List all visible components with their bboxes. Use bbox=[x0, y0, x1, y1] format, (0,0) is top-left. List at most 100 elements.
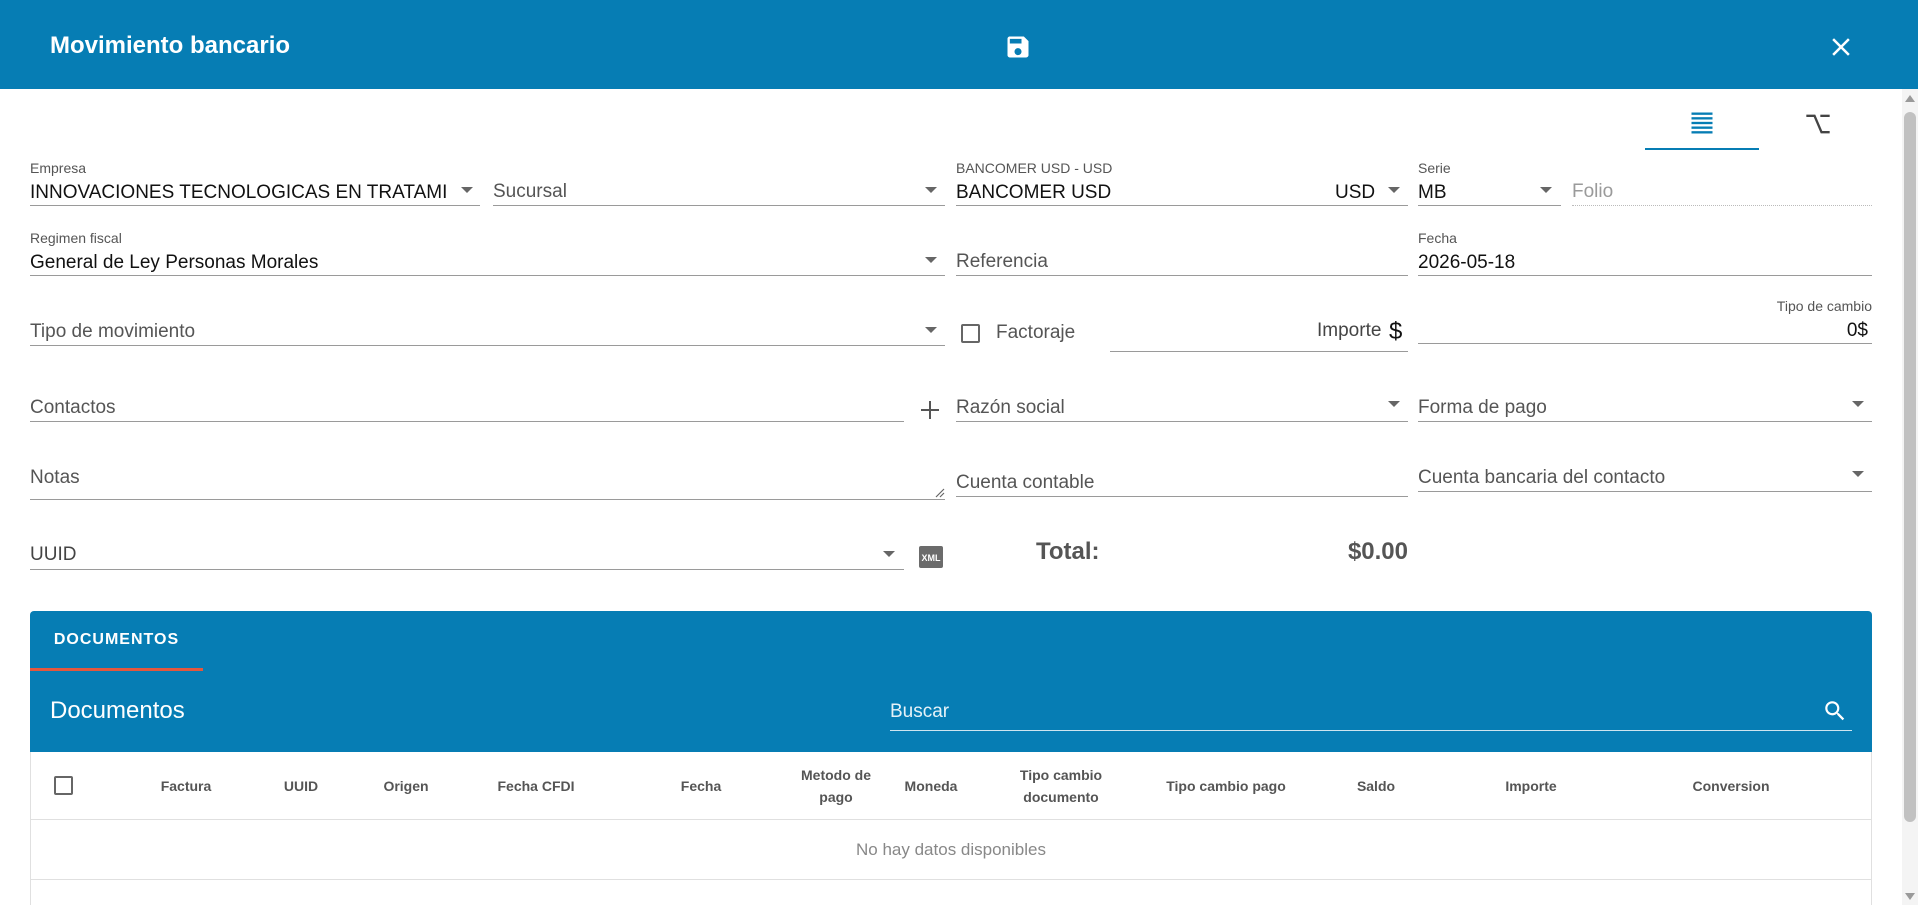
factoraje-label: Factoraje bbox=[996, 322, 1076, 343]
fecha-value: 2026-05-18 bbox=[1418, 252, 1516, 273]
chevron-down-icon bbox=[1388, 401, 1400, 407]
col-fecha[interactable]: Fecha bbox=[611, 752, 791, 820]
total-label: Total: bbox=[1036, 538, 1100, 565]
fecha-input[interactable]: Fecha 2026-05-18 bbox=[1418, 230, 1872, 276]
empty-state-text: No hay datos disponibles bbox=[31, 820, 1871, 880]
view-tabs bbox=[1645, 98, 1875, 150]
chevron-down-icon bbox=[883, 551, 895, 557]
tipo-cambio-value: 0$ bbox=[1846, 320, 1868, 341]
chevron-down-icon bbox=[1852, 471, 1864, 477]
banco-currency: USD bbox=[1335, 182, 1376, 203]
scrollbar-thumb[interactable] bbox=[1904, 112, 1916, 822]
scroll-down-arrow[interactable] bbox=[1905, 893, 1915, 900]
tipo-movimiento-select[interactable]: Tipo de movimiento bbox=[30, 300, 945, 346]
tipo-cambio-label: Tipo de cambio bbox=[1776, 298, 1872, 314]
documentos-title: Documentos bbox=[50, 697, 185, 724]
save-button[interactable] bbox=[1004, 33, 1032, 61]
cuenta-contable-input[interactable]: Cuenta contable bbox=[956, 451, 1408, 497]
folio-placeholder: Folio bbox=[1572, 181, 1614, 202]
col-tipo-cambio-documento[interactable]: Tipo cambio documento bbox=[1006, 752, 1116, 820]
dialog-header: Movimiento bancario bbox=[0, 0, 1918, 89]
forma-pago-placeholder: Forma de pago bbox=[1418, 397, 1547, 418]
forma-pago-select[interactable]: Forma de pago bbox=[1418, 376, 1872, 422]
search-input[interactable] bbox=[890, 699, 1790, 725]
referencia-placeholder: Referencia bbox=[956, 251, 1048, 272]
banco-value: BANCOMER USD bbox=[956, 182, 1112, 203]
tipo-cambio-input[interactable]: Tipo de cambio 0$ bbox=[1418, 298, 1872, 344]
notas-placeholder: Notas bbox=[30, 467, 80, 488]
contactos-placeholder: Contactos bbox=[30, 397, 116, 418]
svg-text:XML: XML bbox=[922, 553, 942, 563]
documentos-search bbox=[890, 691, 1852, 731]
cuenta-contable-placeholder: Cuenta contable bbox=[956, 472, 1095, 493]
regimen-label: Regimen fiscal bbox=[30, 230, 122, 246]
col-importe[interactable]: Importe bbox=[1431, 752, 1631, 820]
tab-option-view[interactable] bbox=[1761, 98, 1875, 150]
col-conversion[interactable]: Conversion bbox=[1631, 752, 1831, 820]
dialog-title: Movimiento bancario bbox=[50, 32, 291, 59]
cuenta-bancaria-placeholder: Cuenta bancaria del contacto bbox=[1418, 467, 1666, 488]
col-origen[interactable]: Origen bbox=[351, 752, 461, 820]
uuid-select[interactable]: UUID bbox=[30, 524, 904, 570]
add-contact-button[interactable] bbox=[918, 398, 942, 422]
total-value: $0.00 bbox=[1347, 538, 1408, 565]
chevron-down-icon bbox=[1852, 401, 1864, 407]
banco-select[interactable]: BANCOMER USD - USD BANCOMER USD USD bbox=[956, 160, 1408, 206]
sucursal-select[interactable]: Sucursal bbox=[493, 160, 945, 206]
close-button[interactable] bbox=[1826, 32, 1856, 62]
scroll-up-arrow[interactable] bbox=[1905, 95, 1915, 102]
resize-handle-icon[interactable] bbox=[933, 486, 945, 498]
factoraje-checkbox[interactable] bbox=[961, 324, 980, 343]
chevron-down-icon bbox=[925, 187, 937, 193]
table-header: Factura UUID Origen Fecha CFDI Fecha Met… bbox=[31, 752, 1871, 820]
search-icon[interactable] bbox=[1822, 698, 1848, 724]
option-key-icon bbox=[1806, 114, 1830, 134]
chevron-down-icon bbox=[925, 327, 937, 333]
tab-documentos[interactable]: DOCUMENTOS bbox=[30, 611, 203, 671]
close-icon bbox=[1832, 38, 1850, 56]
col-fecha-cfdi[interactable]: Fecha CFDI bbox=[461, 752, 611, 820]
serie-label: Serie bbox=[1418, 160, 1451, 176]
chevron-down-icon bbox=[1388, 187, 1400, 193]
col-tipo-cambio-pago[interactable]: Tipo cambio pago bbox=[1131, 752, 1321, 820]
contactos-input[interactable]: Contactos bbox=[30, 376, 904, 422]
serie-value: MB bbox=[1418, 182, 1447, 203]
list-icon bbox=[1691, 112, 1713, 134]
sucursal-placeholder: Sucursal bbox=[493, 181, 567, 202]
documentos-panel: DOCUMENTOS Documentos bbox=[30, 611, 1872, 752]
select-all-checkbox[interactable] bbox=[54, 776, 73, 795]
chevron-down-icon bbox=[461, 187, 473, 193]
notas-textarea[interactable]: Notas bbox=[30, 446, 945, 500]
folio-input[interactable]: Folio bbox=[1572, 160, 1872, 206]
dollar-icon: $ bbox=[1389, 318, 1403, 345]
banco-label: BANCOMER USD - USD bbox=[956, 160, 1113, 176]
serie-select[interactable]: Serie MB bbox=[1418, 160, 1561, 206]
chevron-down-icon bbox=[925, 257, 937, 263]
regimen-value: General de Ley Personas Morales bbox=[30, 252, 319, 273]
tipo-movimiento-placeholder: Tipo de movimiento bbox=[30, 321, 196, 342]
documentos-table: Factura UUID Origen Fecha CFDI Fecha Met… bbox=[30, 752, 1872, 905]
fecha-label: Fecha bbox=[1418, 230, 1457, 246]
uuid-label: UUID bbox=[30, 544, 77, 565]
referencia-input[interactable]: Referencia bbox=[956, 230, 1408, 276]
chevron-down-icon bbox=[1540, 187, 1552, 193]
col-uuid[interactable]: UUID bbox=[251, 752, 351, 820]
col-saldo[interactable]: Saldo bbox=[1321, 752, 1431, 820]
col-factura[interactable]: Factura bbox=[121, 752, 251, 820]
col-moneda[interactable]: Moneda bbox=[881, 752, 981, 820]
importe-input[interactable]: Importe $ bbox=[1110, 306, 1408, 352]
tab-list-view[interactable] bbox=[1645, 98, 1759, 150]
xml-button[interactable]: XML bbox=[918, 545, 944, 569]
xml-file-icon: XML bbox=[919, 546, 943, 568]
razon-social-placeholder: Razón social bbox=[956, 397, 1065, 418]
save-icon bbox=[1007, 36, 1029, 58]
empresa-label: Empresa bbox=[30, 160, 87, 176]
razon-social-select[interactable]: Razón social bbox=[956, 376, 1408, 422]
cuenta-bancaria-select[interactable]: Cuenta bancaria del contacto bbox=[1418, 446, 1872, 492]
regimen-fiscal-select[interactable]: Regimen fiscal General de Ley Personas M… bbox=[30, 230, 945, 276]
plus-icon bbox=[921, 401, 939, 419]
empresa-value: INNOVACIONES TECNOLOGICAS EN TRATAMIE bbox=[30, 182, 448, 203]
empresa-select[interactable]: Empresa INNOVACIONES TECNOLOGICAS EN TRA… bbox=[30, 160, 480, 206]
importe-label: Importe bbox=[1317, 320, 1382, 341]
col-metodo-pago[interactable]: Metodo de pago bbox=[791, 752, 881, 820]
